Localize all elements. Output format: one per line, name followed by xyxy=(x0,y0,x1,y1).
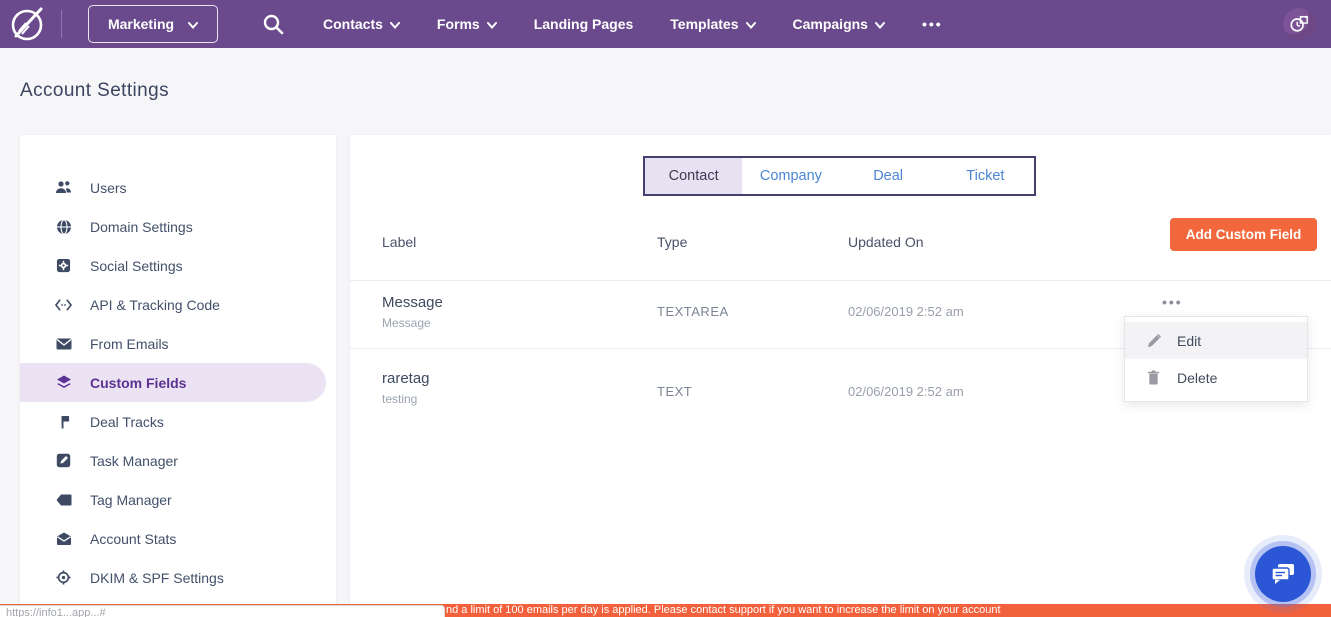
sidebar-item-deal-tracks[interactable]: Deal Tracks xyxy=(20,402,336,441)
clock-calendar-icon xyxy=(1289,14,1309,34)
sidebar-item-label: Social Settings xyxy=(90,258,183,274)
sidebar-item-from-emails[interactable]: From Emails xyxy=(20,324,336,363)
nav-forms[interactable]: Forms xyxy=(437,16,497,32)
sidebar-item-tag-manager[interactable]: Tag Manager xyxy=(20,480,336,519)
sidebar-item-social-settings[interactable]: Social Settings xyxy=(20,246,336,285)
column-header-type: Type xyxy=(657,234,687,250)
nav-contacts[interactable]: Contacts xyxy=(323,16,400,32)
nav-more-ellipsis-icon[interactable]: ••• xyxy=(922,16,943,32)
sidebar-item-label: Users xyxy=(90,180,127,196)
task-note-icon xyxy=(55,452,72,469)
app-logo-icon[interactable] xyxy=(8,5,48,43)
row-context-menu: Edit Delete xyxy=(1124,316,1308,402)
chat-bubbles-icon xyxy=(1270,562,1296,586)
row-actions-ellipsis-icon[interactable]: ••• xyxy=(1162,294,1183,310)
column-header-label: Label xyxy=(382,234,416,250)
page-title: Account Settings xyxy=(20,80,169,102)
field-label: Message xyxy=(382,294,443,311)
topbar: Marketing Contacts Forms Landing Pages T… xyxy=(0,0,1331,48)
field-sublabel: testing xyxy=(382,392,417,406)
context-menu-edit[interactable]: Edit xyxy=(1125,322,1307,359)
stats-envelope-icon xyxy=(55,530,72,547)
field-updated-on: 02/06/2019 2:52 am xyxy=(848,384,964,399)
sidebar-item-api-tracking-code[interactable]: API & Tracking Code xyxy=(20,285,336,324)
nav-templates-label: Templates xyxy=(670,16,738,32)
context-menu-item-label: Edit xyxy=(1177,333,1201,349)
nav-landing-pages-label: Landing Pages xyxy=(534,16,634,32)
field-type: TEXTAREA xyxy=(657,304,729,319)
sidebar-item-custom-fields[interactable]: Custom Fields xyxy=(20,363,326,402)
globe-icon xyxy=(55,218,72,235)
email-limit-notice-text: nd a limit of 100 emails per day is appl… xyxy=(446,604,1001,616)
tag-icon xyxy=(55,491,72,508)
sidebar-item-label: Task Manager xyxy=(90,453,178,469)
sidebar-item-label: From Emails xyxy=(90,336,169,352)
chevron-down-icon xyxy=(487,22,497,29)
trash-icon xyxy=(1147,370,1162,386)
social-settings-icon xyxy=(55,257,72,274)
layers-icon xyxy=(55,374,72,391)
pencil-icon xyxy=(1147,333,1162,349)
field-label: raretag xyxy=(382,370,430,387)
nav-campaigns-label: Campaigns xyxy=(793,16,868,32)
column-header-updated-on: Updated On xyxy=(848,234,924,250)
field-sublabel: Message xyxy=(382,316,431,330)
sidebar-item-label: Custom Fields xyxy=(90,375,186,391)
sidebar-item-task-manager[interactable]: Task Manager xyxy=(20,441,336,480)
context-menu-item-label: Delete xyxy=(1177,370,1217,386)
sidebar-item-label: Tag Manager xyxy=(90,492,172,508)
app-switcher-button[interactable]: Marketing xyxy=(88,5,218,43)
settings-sidebar: Users Domain Settings Social Settings AP… xyxy=(20,135,336,617)
tab-deal[interactable]: Deal xyxy=(840,158,937,194)
chevron-down-icon xyxy=(390,22,400,29)
sidebar-item-label: API & Tracking Code xyxy=(90,297,220,313)
add-custom-field-button[interactable]: Add Custom Field xyxy=(1170,218,1317,251)
gear-target-icon xyxy=(55,569,72,586)
top-navigation: Contacts Forms Landing Pages Templates C… xyxy=(323,0,943,48)
nav-campaigns[interactable]: Campaigns xyxy=(793,16,885,32)
chevron-down-icon xyxy=(746,22,756,29)
flag-icon xyxy=(55,413,72,430)
sidebar-item-label: Deal Tracks xyxy=(90,414,164,430)
sidebar-item-users[interactable]: Users xyxy=(20,168,336,207)
tab-contact[interactable]: Contact xyxy=(645,158,742,194)
envelope-icon xyxy=(55,335,72,352)
nav-landing-pages[interactable]: Landing Pages xyxy=(534,16,634,32)
context-menu-delete[interactable]: Delete xyxy=(1125,359,1307,396)
nav-forms-label: Forms xyxy=(437,16,480,32)
tab-company[interactable]: Company xyxy=(742,158,839,194)
tab-ticket[interactable]: Ticket xyxy=(937,158,1034,194)
chat-launcher-button[interactable] xyxy=(1255,546,1311,602)
app-switcher-label: Marketing xyxy=(108,16,174,32)
field-type: TEXT xyxy=(657,384,692,399)
sidebar-item-domain-settings[interactable]: Domain Settings xyxy=(20,207,336,246)
sidebar-item-account-stats[interactable]: Account Stats xyxy=(20,519,336,558)
users-icon xyxy=(55,179,72,196)
chevron-down-icon xyxy=(188,22,198,29)
chevron-down-icon xyxy=(875,22,885,29)
nav-templates[interactable]: Templates xyxy=(670,16,755,32)
sidebar-item-label: Domain Settings xyxy=(90,219,193,235)
sidebar-item-dkim-spf-settings[interactable]: DKIM & SPF Settings xyxy=(20,558,336,597)
topbar-divider xyxy=(61,10,62,38)
status-url-text: https://info1...app...# xyxy=(6,607,106,617)
entity-tabs: Contact Company Deal Ticket xyxy=(643,156,1036,196)
search-icon[interactable] xyxy=(262,13,284,35)
sidebar-item-label: Account Stats xyxy=(90,531,176,547)
field-updated-on: 02/06/2019 2:52 am xyxy=(848,304,964,319)
account-clock-avatar[interactable] xyxy=(1283,8,1315,40)
sidebar-item-label: DKIM & SPF Settings xyxy=(90,570,224,586)
browser-status-tooltip: https://info1...app...# xyxy=(0,605,445,617)
nav-contacts-label: Contacts xyxy=(323,16,383,32)
code-icon xyxy=(55,296,72,313)
